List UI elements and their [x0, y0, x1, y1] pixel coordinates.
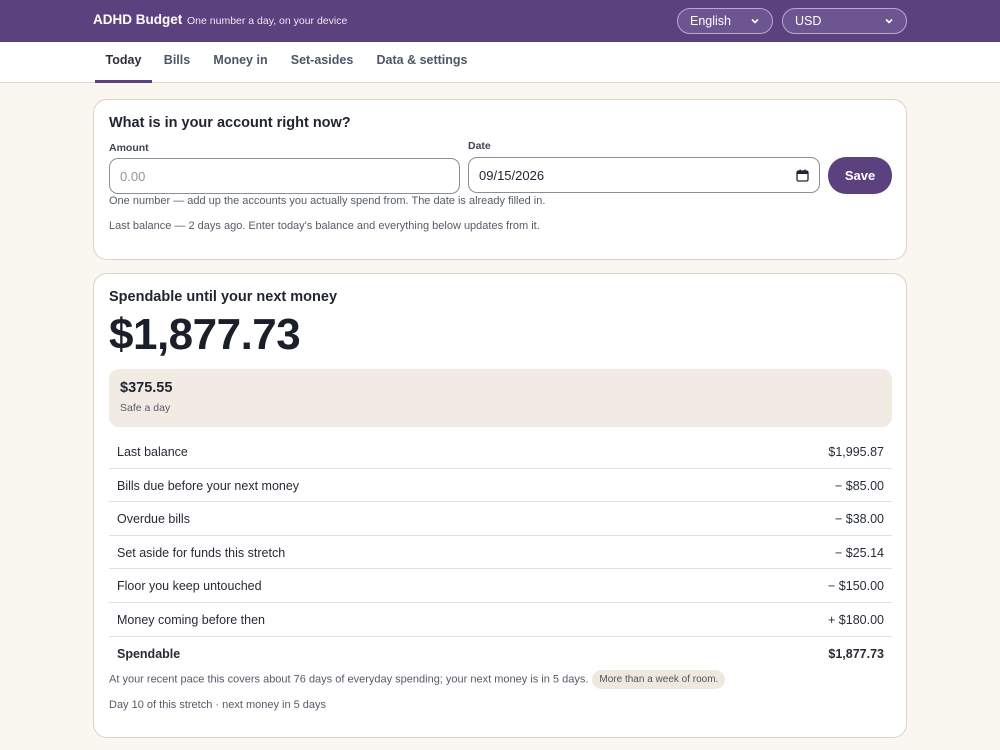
stretch-note: Day 10 of this stretch · next money in 5… [109, 699, 327, 711]
pace-note-line: At your recent pace this covers about 76… [109, 670, 899, 689]
row-label: Money coming before then [117, 612, 266, 627]
language-select-value: English [690, 14, 731, 28]
balance-hint: One number — add up the accounts you act… [109, 195, 546, 207]
table-row: Set aside for funds this stretch − $25.1… [109, 536, 892, 570]
amount-input[interactable] [109, 158, 460, 194]
row-value: − $25.14 [834, 545, 884, 560]
table-row: Bills due before your next money − $85.0… [109, 469, 892, 503]
spendable-card: Spendable until your next money $1,877.7… [93, 273, 907, 738]
safe-per-day-value: $375.55 [120, 380, 173, 396]
table-row: Overdue bills − $38.00 [109, 502, 892, 536]
row-label: Last balance [117, 445, 188, 459]
row-value: − $150.00 [828, 579, 884, 594]
tab-bar: Today Bills Money in Set-asides Data & s… [0, 42, 1000, 83]
balance-entry-card: What is in your account right now? Amoun… [93, 99, 907, 260]
row-label: Floor you keep untouched [117, 579, 262, 594]
row-value: − $38.00 [834, 512, 884, 527]
tab-data-settings[interactable]: Data & settings [371, 42, 473, 83]
table-row: Money coming before then + $180.00 [109, 603, 892, 637]
row-label: Bills due before your next money [117, 478, 300, 493]
save-button[interactable]: Save [828, 157, 892, 194]
top-bar: ADHD Budget One number a day, on your de… [0, 0, 1000, 42]
last-balance-note: Last balance — 2 days ago. Enter today's… [109, 220, 540, 232]
row-value: $1,995.87 [828, 445, 884, 459]
calendar-icon[interactable] [796, 169, 809, 182]
currency-select[interactable]: USD [782, 8, 907, 34]
row-value: − $85.00 [834, 478, 884, 493]
balance-card-title: What is in your account right now? [109, 115, 351, 131]
safe-per-day-label: Safe a day [120, 402, 171, 414]
pace-badge: More than a week of room. [592, 670, 726, 689]
row-label: Overdue bills [117, 512, 190, 527]
app-title: ADHD Budget [93, 12, 183, 27]
tab-bills[interactable]: Bills [158, 42, 196, 83]
date-input[interactable]: 09/15/2026 [468, 157, 820, 193]
table-row: Floor you keep untouched − $150.00 [109, 569, 892, 603]
tab-money-in[interactable]: Money in [209, 42, 272, 83]
tab-set-asides[interactable]: Set-asides [286, 42, 358, 83]
chevron-down-icon [885, 18, 893, 24]
row-value: + $180.00 [828, 612, 884, 627]
table-row: Last balance $1,995.87 [109, 435, 892, 469]
row-value: $1,877.73 [828, 646, 884, 661]
currency-select-value: USD [795, 14, 822, 28]
date-label: Date [468, 140, 491, 152]
safe-per-day-box: $375.55 Safe a day [109, 369, 892, 427]
tab-today[interactable]: Today [95, 42, 152, 83]
breakdown-table: Last balance $1,995.87 Bills due before … [109, 435, 892, 670]
spendable-card-title: Spendable until your next money [109, 289, 338, 305]
language-select[interactable]: English [677, 8, 773, 34]
pace-note: At your recent pace this covers about 76… [109, 673, 589, 686]
row-label: Set aside for funds this stretch [117, 545, 286, 560]
row-label: Spendable [117, 646, 181, 661]
amount-label: Amount [109, 142, 149, 154]
app-tagline: One number a day, on your device [187, 15, 348, 27]
chevron-down-icon [751, 18, 759, 24]
total-row: Spendable $1,877.73 [109, 637, 892, 671]
spendable-amount: $1,877.73 [109, 310, 301, 359]
date-input-value: 09/15/2026 [479, 167, 545, 183]
